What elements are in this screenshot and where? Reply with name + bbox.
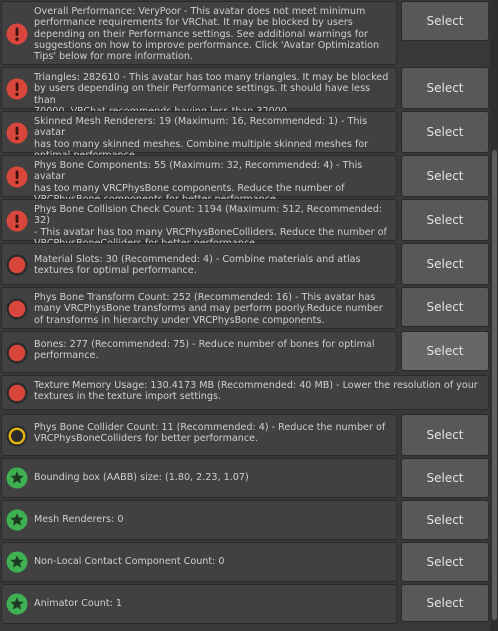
error-exclamation-icon (6, 23, 28, 45)
message-text: Phys Bone Transform Count: 252 (Recommen… (34, 292, 383, 326)
red-circle-icon (6, 342, 28, 364)
message-row: Animator Count: 1 (1, 584, 397, 624)
green-star-icon (6, 509, 28, 531)
message-text: Overall Performance: VeryPoor - This ava… (34, 6, 380, 63)
message-row: Texture Memory Usage: 130.4173 MB (Recom… (1, 375, 489, 410)
error-exclamation-icon (6, 78, 28, 100)
red-circle-icon (6, 254, 28, 276)
select-button[interactable]: Select (401, 199, 489, 241)
select-button[interactable]: Select (401, 287, 489, 327)
message-text: Bones: 277 (Recommended: 75) - Reduce nu… (34, 339, 375, 362)
message-text: Texture Memory Usage: 130.4173 MB (Recom… (34, 380, 478, 403)
message-row: Material Slots: 30 (Recommended: 4) - Co… (1, 243, 397, 285)
message-row: Phys Bone Components: 55 (Maximum: 32, R… (1, 155, 397, 205)
validation-messages-panel: Overall Performance: VeryPoor - This ava… (0, 0, 490, 631)
select-button[interactable]: Select (401, 458, 489, 498)
message-row: Skinned Mesh Renderers: 19 (Maximum: 16,… (1, 111, 397, 161)
green-star-icon (6, 593, 28, 615)
message-row: Non-Local Contact Component Count: 0 (1, 542, 397, 582)
select-button[interactable]: Select (401, 111, 489, 153)
red-circle-icon (6, 382, 28, 404)
select-button[interactable]: Select (401, 414, 489, 456)
green-star-icon (6, 467, 28, 489)
yellow-ring-icon (6, 425, 28, 447)
message-row: Triangles: 282610 - This avatar has too … (1, 67, 397, 117)
red-circle-icon (6, 298, 28, 320)
select-button[interactable]: Select (401, 500, 489, 540)
message-row: Phys Bone Collision Check Count: 1194 (M… (1, 199, 397, 249)
scrollbar-thumb[interactable] (492, 150, 497, 620)
message-text: Animator Count: 1 (34, 598, 123, 609)
message-text: Bounding box (AABB) size: (1.80, 2.23, 1… (34, 472, 249, 483)
message-text: Material Slots: 30 (Recommended: 4) - Co… (34, 254, 361, 277)
select-button[interactable]: Select (401, 67, 489, 109)
select-button[interactable]: Select (401, 1, 489, 41)
error-exclamation-icon (6, 210, 28, 232)
select-button[interactable]: Select (401, 542, 489, 582)
select-button[interactable]: Select (401, 155, 489, 197)
select-button[interactable]: Select (401, 331, 489, 371)
message-row: Mesh Renderers: 0 (1, 500, 397, 540)
message-text: Mesh Renderers: 0 (34, 514, 124, 525)
error-exclamation-icon (6, 166, 28, 188)
message-row: Phys Bone Transform Count: 252 (Recommen… (1, 287, 397, 329)
error-exclamation-icon (6, 122, 28, 144)
message-text: Non-Local Contact Component Count: 0 (34, 556, 225, 567)
message-row: Bounding box (AABB) size: (1.80, 2.23, 1… (1, 458, 397, 498)
select-button[interactable]: Select (401, 584, 489, 622)
message-row: Phys Bone Collider Count: 11 (Recommende… (1, 414, 397, 456)
message-row: Overall Performance: VeryPoor - This ava… (1, 1, 397, 65)
vertical-scrollbar[interactable] (490, 0, 498, 631)
select-button[interactable]: Select (401, 243, 489, 285)
message-row: Bones: 277 (Recommended: 75) - Reduce nu… (1, 331, 397, 373)
message-text: Phys Bone Collider Count: 11 (Recommende… (34, 422, 386, 445)
green-star-icon (6, 551, 28, 573)
